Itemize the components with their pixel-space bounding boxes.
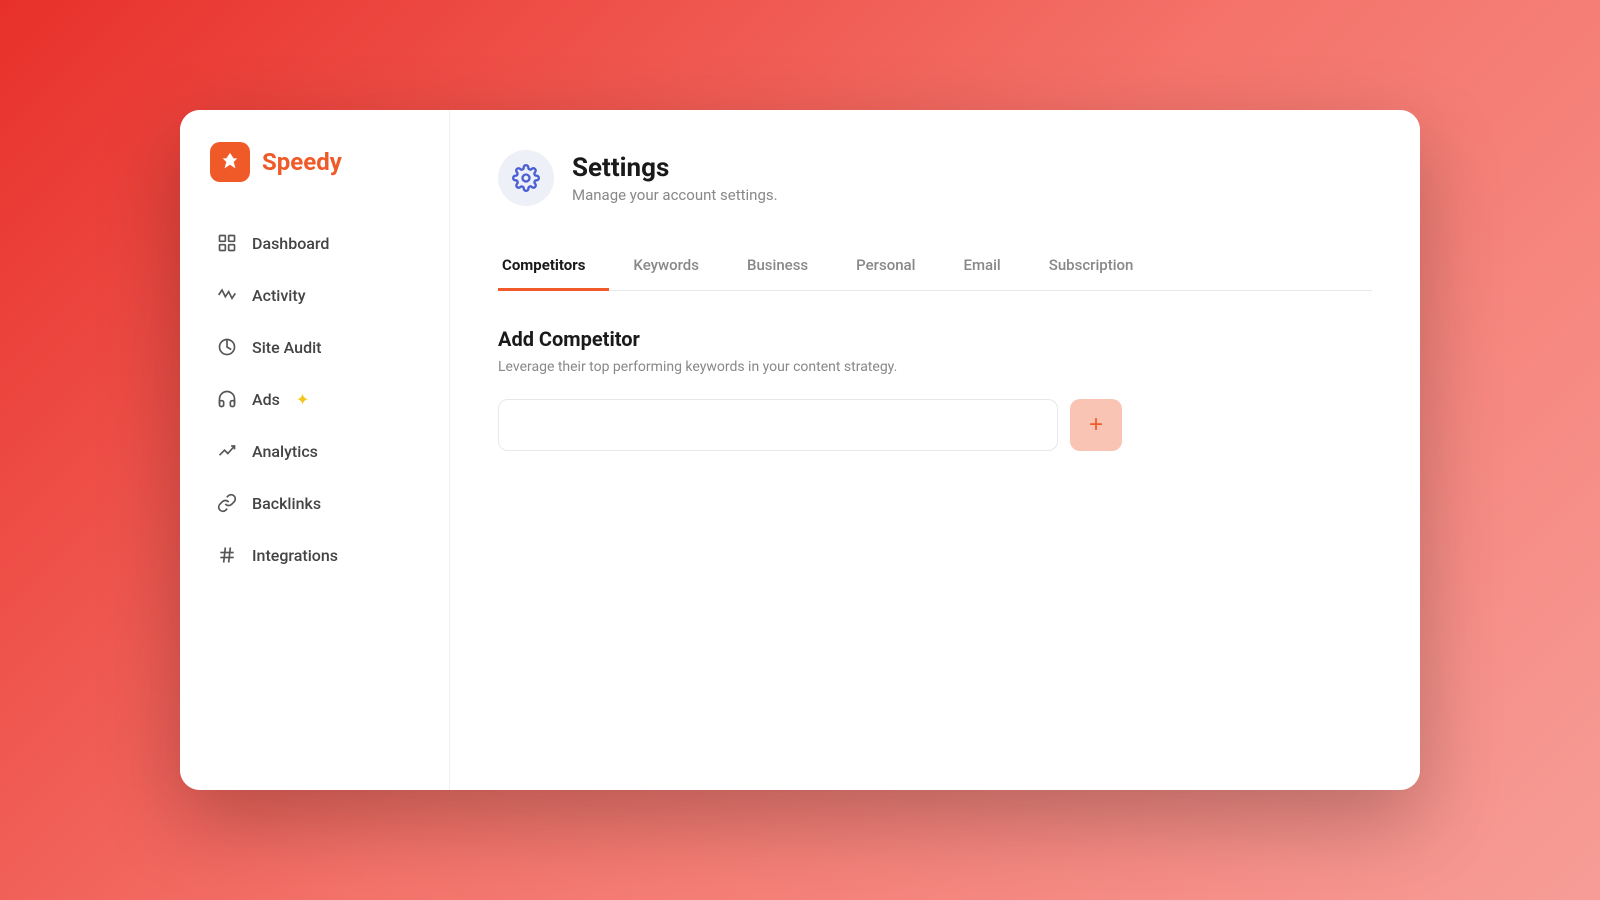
sidebar-item-label-activity: Activity — [252, 286, 306, 305]
header-text: Settings Manage your account settings. — [572, 153, 778, 204]
competitor-input-row: + — [498, 399, 1372, 451]
section-description: Leverage their top performing keywords i… — [498, 359, 1372, 375]
page-header: Settings Manage your account settings. — [498, 150, 1372, 206]
backlinks-icon — [216, 492, 238, 514]
sidebar-item-label-integrations: Integrations — [252, 546, 338, 565]
logo-icon — [210, 142, 250, 182]
logo-area: Speedy — [200, 142, 429, 182]
tab-competitors[interactable]: Competitors — [498, 242, 609, 291]
page-subtitle: Manage your account settings. — [572, 186, 778, 204]
add-competitor-button[interactable]: + — [1070, 399, 1122, 451]
tabs-bar: Competitors Keywords Business Personal E… — [498, 242, 1372, 291]
main-content: Settings Manage your account settings. C… — [450, 110, 1420, 790]
activity-icon — [216, 284, 238, 306]
sidebar-item-label-ads: Ads — [252, 390, 280, 409]
sidebar: Speedy Dashboard Activity — [180, 110, 450, 790]
page-title: Settings — [572, 153, 778, 183]
settings-icon — [512, 164, 540, 192]
ads-badge: ✦ — [296, 390, 309, 409]
tab-keywords[interactable]: Keywords — [609, 242, 723, 291]
app-window: Speedy Dashboard Activity — [180, 110, 1420, 790]
integrations-icon — [216, 544, 238, 566]
sidebar-item-activity[interactable]: Activity — [200, 270, 429, 320]
section-title: Add Competitor — [498, 327, 1372, 351]
competitor-input[interactable] — [498, 399, 1058, 451]
sidebar-item-site-audit[interactable]: Site Audit — [200, 322, 429, 372]
sidebar-item-analytics[interactable]: Analytics — [200, 426, 429, 476]
ads-icon — [216, 388, 238, 410]
tab-business[interactable]: Business — [723, 242, 832, 291]
tab-email[interactable]: Email — [939, 242, 1024, 291]
sidebar-item-label-dashboard: Dashboard — [252, 234, 329, 253]
tab-personal[interactable]: Personal — [832, 242, 939, 291]
dashboard-icon — [216, 232, 238, 254]
analytics-icon — [216, 440, 238, 462]
sidebar-item-label-backlinks: Backlinks — [252, 494, 321, 513]
sidebar-item-backlinks[interactable]: Backlinks — [200, 478, 429, 528]
sidebar-item-dashboard[interactable]: Dashboard — [200, 218, 429, 268]
sidebar-item-label-site-audit: Site Audit — [252, 338, 321, 357]
sidebar-item-label-analytics: Analytics — [252, 442, 318, 461]
settings-icon-wrap — [498, 150, 554, 206]
competitors-section: Add Competitor Leverage their top perfor… — [498, 327, 1372, 451]
plus-icon: + — [1089, 411, 1103, 439]
sidebar-item-integrations[interactable]: Integrations — [200, 530, 429, 580]
sidebar-item-ads[interactable]: Ads ✦ — [200, 374, 429, 424]
site-audit-icon — [216, 336, 238, 358]
app-name: Speedy — [262, 148, 342, 176]
tab-subscription[interactable]: Subscription — [1025, 242, 1158, 291]
